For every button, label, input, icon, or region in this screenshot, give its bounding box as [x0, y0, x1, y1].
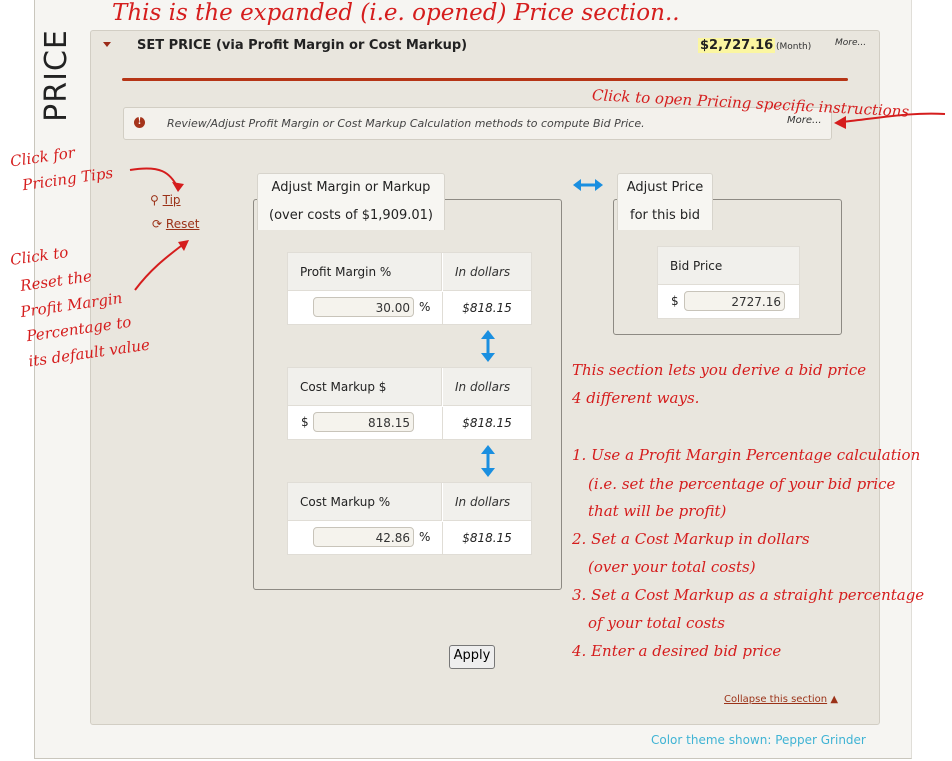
cost-markup-dollars-input-cell: $ 818.15 — [288, 407, 443, 439]
up-down-arrow-icon — [481, 330, 495, 362]
annotation-title: This is the expanded (i.e. opened) Price… — [112, 0, 680, 26]
cost-markup-percent-header: Cost Markup % — [288, 483, 442, 521]
annotation-description-line: This section lets you derive a bid price — [572, 361, 867, 379]
adjust-price-title: Adjust Price — [626, 180, 704, 195]
collapse-section-link[interactable]: Collapse this section ▲ — [724, 694, 838, 705]
annotation-description-line: 4. Enter a desired bid price — [572, 642, 782, 660]
margin-markup-subtitle: (over costs of $1,909.01) — [269, 208, 433, 223]
left-right-arrow-icon — [573, 179, 603, 191]
dollar-symbol: $ — [301, 415, 309, 429]
reset-link[interactable]: ⟳ Reset — [152, 217, 199, 231]
cost-markup-percent-input-cell: 42.86 % — [288, 522, 443, 554]
margin-markup-title: Adjust Margin or Markup — [271, 180, 431, 195]
price-period: (Month) — [776, 42, 812, 52]
profit-margin-dollars: $818.15 — [462, 301, 512, 315]
profit-margin-input-cell: 30.00 % — [288, 292, 443, 324]
price-total-badge: $2,727.16 — [698, 38, 776, 53]
annotation-description-line: of your total costs — [588, 614, 725, 632]
profit-margin-header: Profit Margin % — [288, 253, 442, 291]
annotation-description-line: (over your total costs) — [588, 558, 756, 576]
profit-margin-calc: Profit Margin % In dollars 30.00 % $818.… — [287, 252, 532, 325]
cost-markup-percent-dollars: $818.15 — [462, 531, 512, 545]
instructions-text: Review/Adjust Profit Margin or Cost Mark… — [167, 117, 645, 130]
bid-price-calc: Bid Price $ 2727.16 — [657, 246, 800, 319]
cost-markup-percent-calc: Cost Markup % In dollars 42.86 % $818.15 — [287, 482, 532, 555]
section-vertical-label: PRICE — [39, 18, 86, 128]
annotation-description-line: that will be profit) — [588, 502, 727, 520]
annotation-description-line: 4 different ways. — [572, 389, 700, 407]
annotation-description-line: (i.e. set the percentage of your bid pri… — [588, 475, 896, 493]
profit-margin-dollars-header: In dollars — [443, 253, 531, 291]
percent-symbol: % — [419, 300, 431, 314]
dollar-symbol: $ — [671, 294, 679, 308]
percent-symbol: % — [419, 530, 431, 544]
apply-button[interactable]: Apply — [449, 645, 495, 669]
collapse-triangle-icon[interactable] — [103, 42, 111, 47]
theme-note: Color theme shown: Pepper Grinder — [651, 733, 866, 747]
cost-markup-percent-dollars-header: In dollars — [443, 483, 531, 521]
up-down-arrow-icon — [481, 445, 495, 477]
cost-markup-dollars-amount: $818.15 — [462, 416, 512, 430]
header-more-link[interactable]: More... — [835, 38, 866, 48]
margin-markup-tab: Adjust Margin or Markup (over costs of $… — [257, 173, 445, 230]
section-title[interactable]: SET PRICE (via Profit Margin or Cost Mar… — [137, 38, 467, 53]
cost-markup-dollars-calc: Cost Markup $ In dollars $ 818.15 $818.1… — [287, 367, 532, 440]
adjust-price-subtitle: for this bid — [630, 208, 700, 223]
reset-label[interactable]: Reset — [166, 217, 200, 231]
annotation-description-line: 2. Set a Cost Markup in dollars — [572, 530, 810, 548]
tip-label[interactable]: Tip — [163, 193, 181, 207]
cost-markup-percent-input[interactable]: 42.86 — [313, 527, 414, 547]
cost-markup-dollars-header: Cost Markup $ — [288, 368, 442, 406]
lightbulb-icon: ⚲ — [150, 193, 159, 207]
adjust-price-tab: Adjust Price for this bid — [617, 173, 713, 230]
cost-markup-dollars-amount-header: In dollars — [443, 368, 531, 406]
reset-icon: ⟳ — [152, 217, 163, 231]
section-divider — [122, 78, 848, 81]
bid-price-input[interactable]: 2727.16 — [684, 291, 785, 311]
instructions-more-link[interactable]: More... — [787, 115, 822, 126]
info-icon: ! — [134, 117, 145, 128]
tip-link[interactable]: ⚲ Tip — [150, 193, 181, 207]
bid-price-header: Bid Price — [658, 247, 799, 285]
section-label-text: PRICE — [38, 29, 74, 122]
cost-markup-dollars-input[interactable]: 818.15 — [313, 412, 414, 432]
caret-up-icon: ▲ — [830, 694, 839, 705]
annotation-description-line: 1. Use a Profit Margin Percentage calcul… — [572, 446, 921, 464]
annotation-description-line: 3. Set a Cost Markup as a straight perce… — [572, 586, 925, 604]
profit-margin-input[interactable]: 30.00 — [313, 297, 414, 317]
collapse-section-label[interactable]: Collapse this section — [724, 694, 827, 705]
